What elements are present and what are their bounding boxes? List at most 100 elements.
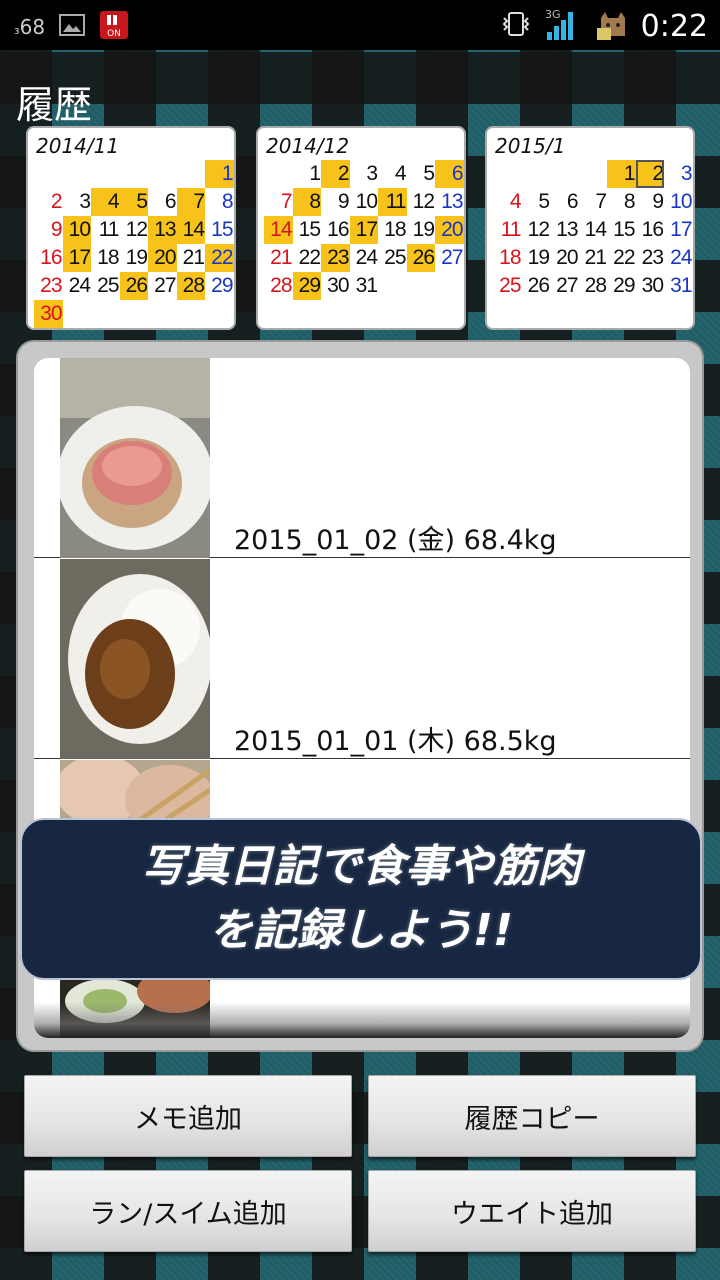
calendar-day[interactable]: 13 <box>550 216 579 244</box>
calendar-day[interactable]: 7 <box>176 188 205 216</box>
calendar-day[interactable]: 19 <box>522 244 551 272</box>
calendar-day[interactable]: 1 <box>607 160 636 188</box>
calendar-day[interactable]: 2 <box>321 160 350 188</box>
calendar-day[interactable]: 13 <box>435 188 464 216</box>
calendar-day[interactable]: 17 <box>349 216 378 244</box>
calendar-day[interactable]: 8 <box>292 188 321 216</box>
calendar-day[interactable]: 10 <box>664 188 693 216</box>
calendar-day[interactable]: 7 <box>264 188 293 216</box>
calendar-day[interactable]: 24 <box>350 244 379 272</box>
calendar-day[interactable]: 4 <box>378 160 407 188</box>
calendar-day[interactable]: 30 <box>34 300 63 328</box>
calendar-day[interactable]: 17 <box>62 244 91 272</box>
calendar-day[interactable]: 16 <box>321 216 350 244</box>
calendar-day[interactable]: 18 <box>378 216 407 244</box>
calendar-day[interactable]: 23 <box>321 244 350 272</box>
calendar-day[interactable]: 5 <box>407 160 436 188</box>
calendar-day[interactable]: 20 <box>550 244 579 272</box>
list-item[interactable]: 2015_01_01 (木) 68.5kg <box>34 559 690 759</box>
calendar-day[interactable]: 6 <box>148 188 177 216</box>
calendar-day[interactable]: 27 <box>550 272 579 300</box>
calendar-day[interactable]: 10 <box>350 188 379 216</box>
calendar-day[interactable]: 25 <box>91 272 120 300</box>
calendar-day[interactable]: 4 <box>91 188 120 216</box>
calendar-day[interactable]: 8 <box>205 188 234 216</box>
calendar-day[interactable]: 16 <box>34 244 63 272</box>
calendar-2014-11[interactable]: 2014/11 1 2 3 4 5 6 7 8 9 10 11 12 13 14 15 16 17 18 19 20 2… <box>26 126 236 330</box>
calendar-day[interactable]: 1 <box>205 160 234 188</box>
calendar-day[interactable]: 30 <box>636 272 665 300</box>
calendar-day[interactable]: 24 <box>63 272 92 300</box>
calendar-day[interactable]: 9 <box>34 216 63 244</box>
calendar-day[interactable]: 26 <box>119 272 148 300</box>
calendar-day[interactable]: 20 <box>435 216 464 244</box>
calendar-day[interactable]: 31 <box>664 272 693 300</box>
calendar-day[interactable]: 8 <box>607 188 636 216</box>
calendar-day[interactable]: 23 <box>34 272 63 300</box>
calendar-day[interactable]: 9 <box>636 188 665 216</box>
calendar-day[interactable]: 15 <box>607 216 636 244</box>
calendar-day[interactable]: 14 <box>176 216 205 244</box>
calendar-day[interactable]: 16 <box>636 216 665 244</box>
calendar-day[interactable]: 7 <box>579 188 608 216</box>
calendar-day[interactable]: 6 <box>435 160 464 188</box>
calendar-day[interactable]: 27 <box>435 244 464 272</box>
calendar-day[interactable]: 4 <box>493 188 522 216</box>
calendar-day[interactable]: 15 <box>205 216 234 244</box>
calendar-day[interactable]: 12 <box>120 216 149 244</box>
calendar-day[interactable]: 6 <box>550 188 579 216</box>
calendar-day[interactable]: 21 <box>177 244 206 272</box>
history-copy-button[interactable]: 履歴コピー <box>368 1075 696 1157</box>
calendar-day[interactable]: 23 <box>636 244 665 272</box>
calendar-day[interactable]: 28 <box>176 272 205 300</box>
calendar-day[interactable]: 19 <box>407 216 436 244</box>
calendar-2015-1[interactable]: 2015/1 1 2 3 4 5 6 7 8 9 10 11 12 13 14 15 16 17 18 19 20 21… <box>485 126 695 330</box>
calendar-day[interactable]: 24 <box>664 244 693 272</box>
calendar-day[interactable]: 9 <box>321 188 350 216</box>
memo-add-button[interactable]: メモ追加 <box>24 1075 352 1157</box>
weight-add-button[interactable]: ウエイト追加 <box>368 1170 696 1252</box>
calendar-day[interactable]: 31 <box>350 272 379 300</box>
calendar-day[interactable]: 22 <box>607 244 636 272</box>
calendar-day[interactable]: 25 <box>378 244 407 272</box>
promo-banner[interactable]: 写真日記で食事や筋肉 を記録しよう!! <box>20 818 702 980</box>
calendar-day[interactable]: 5 <box>119 188 148 216</box>
run-swim-add-button[interactable]: ラン/スイム追加 <box>24 1170 352 1252</box>
calendar-day[interactable]: 19 <box>120 244 149 272</box>
calendar-day[interactable]: 29 <box>292 272 321 300</box>
calendar-day[interactable]: 13 <box>148 216 177 244</box>
calendar-day[interactable]: 5 <box>522 188 551 216</box>
calendar-day[interactable]: 11 <box>493 216 522 244</box>
calendar-day[interactable]: 12 <box>522 216 551 244</box>
calendar-day[interactable]: 22 <box>205 244 234 272</box>
calendar-day[interactable]: 3 <box>350 160 379 188</box>
calendar-2014-12[interactable]: 2014/12 1 2 3 4 5 6 7 8 9 10 11 12 13 14 15 16 17 18 19 20 2… <box>256 126 466 330</box>
calendar-day[interactable]: 25 <box>493 272 522 300</box>
calendar-day[interactable]: 29 <box>205 272 234 300</box>
calendar-day[interactable]: 2 <box>34 188 63 216</box>
calendar-day[interactable]: 11 <box>91 216 120 244</box>
calendar-day[interactable]: 14 <box>579 216 608 244</box>
calendar-day[interactable]: 1 <box>293 160 322 188</box>
calendar-day[interactable]: 3 <box>63 188 92 216</box>
calendar-day[interactable]: 30 <box>321 272 350 300</box>
calendar-day[interactable]: 20 <box>148 244 177 272</box>
calendar-day[interactable]: 21 <box>264 244 293 272</box>
calendar-day[interactable]: 17 <box>664 216 693 244</box>
calendar-day[interactable]: 15 <box>293 216 322 244</box>
calendar-day[interactable]: 21 <box>579 244 608 272</box>
calendar-day[interactable]: 27 <box>148 272 177 300</box>
calendar-day[interactable]: 18 <box>493 244 522 272</box>
calendar-day[interactable]: 11 <box>378 188 407 216</box>
list-item[interactable]: 2015_01_02 (金) 68.4kg <box>34 358 690 558</box>
calendar-day[interactable]: 3 <box>664 160 693 188</box>
calendar-day[interactable]: 28 <box>264 272 293 300</box>
calendar-day[interactable]: 22 <box>293 244 322 272</box>
calendar-day[interactable]: 2 <box>635 160 664 188</box>
calendar-day[interactable]: 18 <box>91 244 120 272</box>
calendar-day[interactable]: 10 <box>62 216 91 244</box>
calendar-day[interactable]: 26 <box>522 272 551 300</box>
calendar-day[interactable]: 26 <box>406 244 435 272</box>
calendar-day[interactable]: 28 <box>579 272 608 300</box>
calendar-day[interactable]: 29 <box>607 272 636 300</box>
